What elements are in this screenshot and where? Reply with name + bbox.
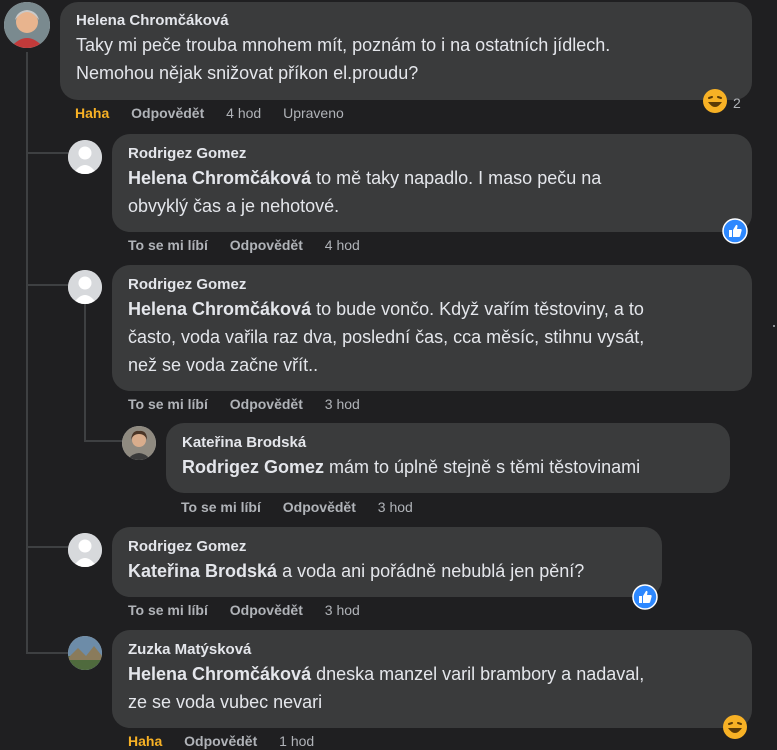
haha-button[interactable]: Haha [128, 733, 162, 749]
reply-button[interactable]: Odpovědět [283, 499, 356, 515]
comment-bubble: Rodrigez Gomez Helena Chromčáková to bud… [112, 265, 752, 391]
like-button[interactable]: To se mi líbí [128, 237, 208, 253]
comment-time[interactable]: 3 hod [325, 396, 360, 412]
avatar-rodrigez[interactable] [68, 533, 102, 567]
reply-button[interactable]: Odpovědět [230, 602, 303, 618]
thread-line-main [26, 52, 28, 652]
mention-link[interactable]: Kateřina Brodská [128, 561, 277, 581]
comment-text: Helena Chromčáková to mě taky napadlo. I… [128, 168, 602, 188]
comment-text: obvyklý čas a je nehotové. [128, 196, 340, 216]
reaction-count[interactable]: 2 [733, 95, 741, 111]
reply-button[interactable]: Odpovědět [131, 105, 204, 121]
comment-bubble: Zuzka Matýsková Helena Chromčáková dnesk… [112, 630, 752, 728]
like-button[interactable]: To se mi líbí [128, 602, 208, 618]
mention-link[interactable]: Rodrigez Gomez [182, 457, 324, 477]
thread-line-nested [84, 302, 86, 440]
reply-button[interactable]: Odpovědět [230, 396, 303, 412]
avatar-rodrigez[interactable] [68, 270, 102, 304]
comment-time[interactable]: 4 hod [325, 237, 360, 253]
like-icon[interactable] [632, 584, 658, 610]
like-button[interactable]: To se mi líbí [128, 396, 208, 412]
thread-connector [26, 652, 68, 654]
avatar-helena[interactable] [4, 2, 50, 48]
scroll-indicator [773, 325, 775, 327]
comment-time[interactable]: 4 hod [226, 105, 261, 121]
thread-connector [26, 284, 68, 286]
comment-text: ze se voda vubec nevari [128, 692, 323, 712]
avatar-katerina[interactable] [122, 426, 156, 460]
comment-actions: To se mi líbí Odpovědět 3 hod [181, 498, 431, 516]
comment-actions: Haha Odpovědět 1 hod [128, 732, 332, 750]
like-button[interactable]: To se mi líbí [181, 499, 261, 515]
comment-author[interactable]: Helena Chromčáková [76, 11, 736, 31]
comment-time[interactable]: 3 hod [325, 602, 360, 618]
reply-button[interactable]: Odpovědět [230, 237, 303, 253]
comment-text: Kateřina Brodská a voda ani pořádně nebu… [128, 561, 585, 581]
comment-author[interactable]: Rodrigez Gomez [128, 537, 646, 557]
comment-bubble: Rodrigez Gomez Kateřina Brodská a voda a… [112, 527, 662, 597]
mention-link[interactable]: Helena Chromčáková [128, 664, 311, 684]
avatar-rodrigez[interactable] [68, 140, 102, 174]
comment-text: Helena Chromčáková to bude vončo. Když v… [128, 299, 644, 319]
mention-link[interactable]: Helena Chromčáková [128, 299, 311, 319]
comment-text: Taky mi peče trouba mnohem mít, poznám t… [76, 35, 611, 55]
haha-emoji-icon[interactable] [722, 714, 748, 740]
comment-text: často, voda vařila raz dva, poslední čas… [128, 327, 645, 347]
comment-bubble: Kateřina Brodská Rodrigez Gomez mám to ú… [166, 423, 730, 493]
comment-text: Helena Chromčáková dneska manzel varil b… [128, 664, 645, 684]
comment-author[interactable]: Kateřina Brodská [182, 433, 714, 453]
comment-author[interactable]: Zuzka Matýsková [128, 640, 736, 660]
comment-author[interactable]: Rodrigez Gomez [128, 275, 736, 295]
thread-connector [26, 152, 68, 154]
comment-time[interactable]: 3 hod [378, 499, 413, 515]
avatar-zuzka[interactable] [68, 636, 102, 670]
comment-actions: To se mi líbí Odpovědět 3 hod [128, 395, 378, 413]
comment-actions: To se mi líbí Odpovědět 4 hod [128, 236, 378, 254]
comment-time[interactable]: 1 hod [279, 733, 314, 749]
like-icon[interactable] [722, 218, 748, 244]
comment-bubble: Rodrigez Gomez Helena Chromčáková to mě … [112, 134, 752, 232]
haha-emoji-icon[interactable] [702, 88, 728, 114]
thread-connector [84, 440, 122, 442]
comment-bubble: Helena Chromčáková Taky mi peče trouba m… [60, 2, 752, 100]
reply-button[interactable]: Odpovědět [184, 733, 257, 749]
mention-link[interactable]: Helena Chromčáková [128, 168, 311, 188]
edited-label: Upraveno [283, 105, 344, 121]
comment-text: než se voda začne vřít.. [128, 355, 319, 375]
comment-author[interactable]: Rodrigez Gomez [128, 144, 736, 164]
comment-text: Rodrigez Gomez mám to úplně stejně s těm… [182, 457, 641, 477]
comment-actions: Haha Odpovědět 4 hod Upraveno [75, 104, 362, 122]
haha-button[interactable]: Haha [75, 105, 109, 121]
thread-connector [26, 546, 68, 548]
comment-text: Nemohou nějak snižovat příkon el.proudu? [76, 63, 419, 83]
comment-actions: To se mi líbí Odpovědět 3 hod [128, 601, 378, 619]
